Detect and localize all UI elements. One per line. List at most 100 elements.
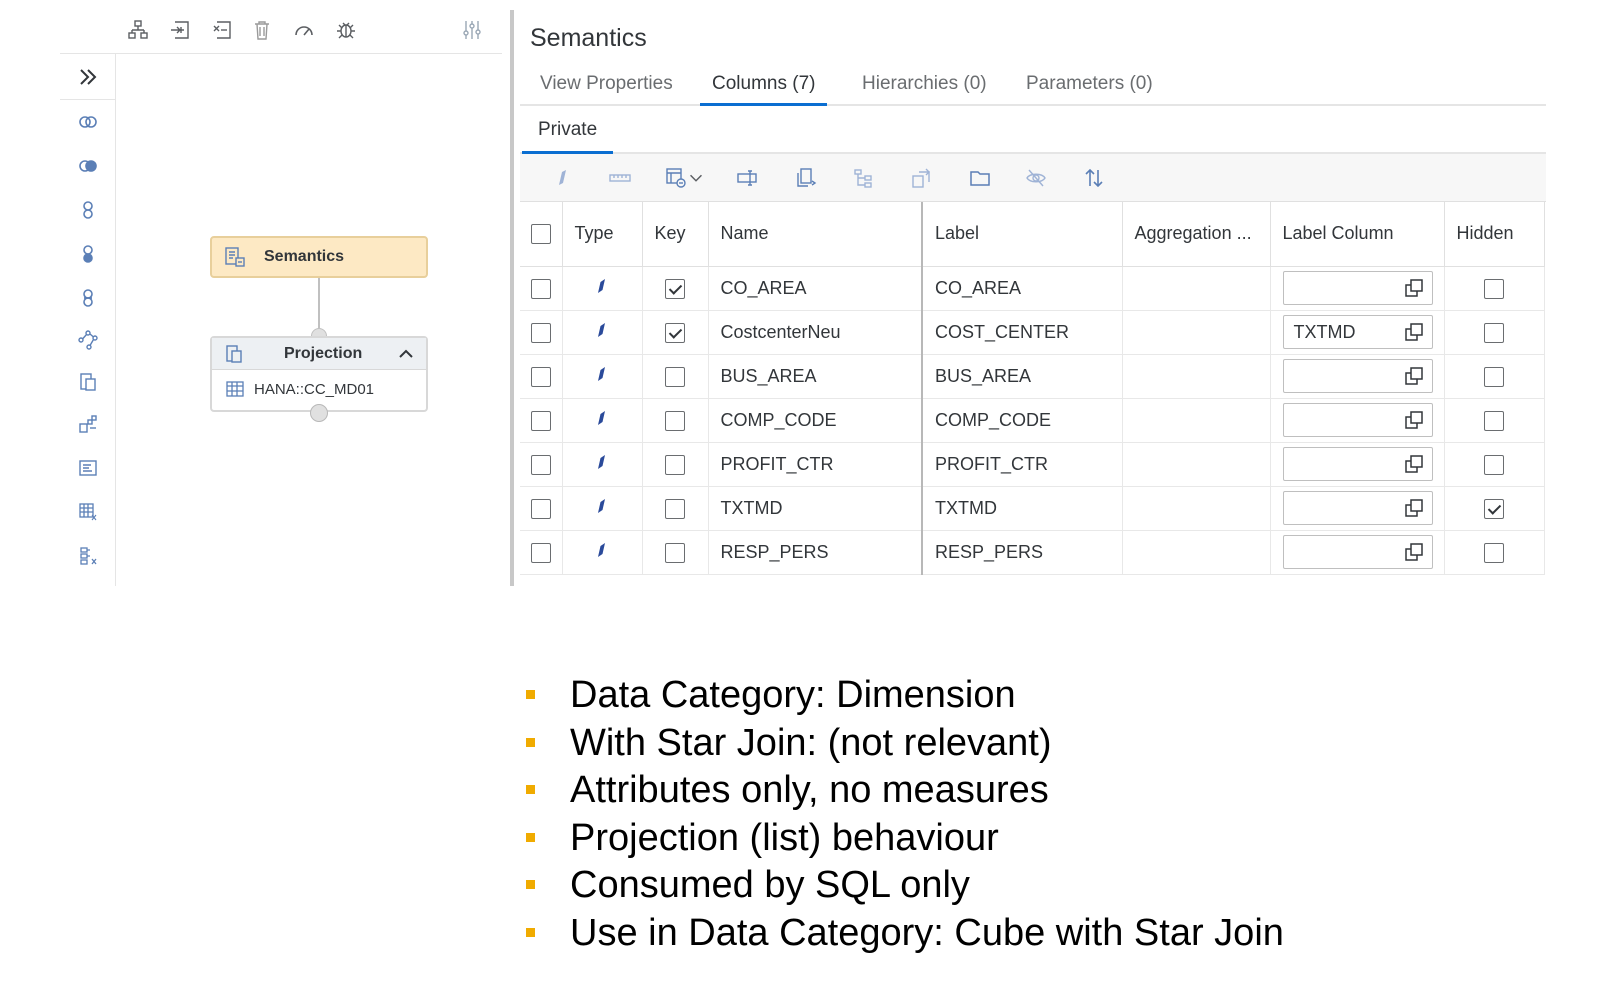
aggregation-node-icon[interactable] [74,410,102,438]
non-equi-join-icon[interactable] [74,284,102,312]
table-row[interactable]: CO_AREA CO_AREA [520,266,1545,311]
key-checkbox[interactable] [665,278,685,299]
table-row[interactable]: CostcenterNeu COST_CENTER TXTMD [520,310,1545,355]
label-cell[interactable]: BUS_AREA [922,354,1123,399]
name-cell[interactable]: CostcenterNeu [708,310,923,355]
table-row[interactable]: TXTMD TXTMD [520,486,1545,531]
hidden-checkbox[interactable] [1484,278,1504,299]
aggregation-cell[interactable] [1122,354,1271,399]
hierarchy-icon[interactable] [850,164,878,192]
value-help-icon[interactable] [1404,278,1424,298]
delete-icon[interactable] [248,16,276,44]
label-column-input[interactable] [1282,359,1433,393]
aggregation-cell[interactable] [1122,398,1271,443]
header-label-column[interactable]: Label Column [1270,202,1445,267]
row-select-checkbox[interactable] [530,498,551,519]
select-all-checkbox[interactable] [530,224,551,245]
aggregation-cell[interactable] [1122,530,1271,575]
value-help-icon[interactable] [1404,498,1424,518]
projection-node-header[interactable]: Projection [212,338,426,370]
projection-source-row[interactable]: HANA::CC_MD01 [212,370,426,408]
name-cell[interactable]: CO_AREA [708,266,923,311]
label-cell[interactable]: COST_CENTER [922,310,1123,355]
row-select-checkbox[interactable] [530,410,551,431]
palette-expand-button[interactable] [60,54,116,100]
header-name[interactable]: Name [708,202,923,267]
label-cell[interactable]: CO_AREA [922,266,1123,311]
label-column-input[interactable] [1282,491,1433,525]
name-cell[interactable]: TXTMD [708,486,923,531]
header-label[interactable]: Label [922,202,1123,267]
key-checkbox[interactable] [665,322,685,343]
sort-icon[interactable] [1080,164,1108,192]
chevron-down-icon[interactable] [686,164,706,192]
measure-icon[interactable] [606,164,634,192]
settings-sliders-icon[interactable] [458,16,486,44]
name-cell[interactable]: BUS_AREA [708,354,923,399]
tab-columns[interactable]: Columns (7) [700,68,828,106]
name-cell[interactable]: RESP_PERS [708,530,923,575]
row-select-checkbox[interactable] [530,278,551,299]
key-checkbox[interactable] [665,410,685,431]
value-help-icon[interactable] [1404,322,1424,342]
expand-all-icon[interactable] [166,16,194,44]
value-help-icon[interactable] [1404,542,1424,562]
header-key[interactable]: Key [642,202,709,267]
performance-icon[interactable] [290,16,318,44]
debug-icon[interactable] [332,16,360,44]
value-help-icon[interactable] [1404,410,1424,430]
attribute-icon[interactable] [548,164,576,192]
hidden-checkbox[interactable] [1484,366,1504,387]
table-function-icon[interactable] [74,498,102,526]
label-column-input[interactable] [1282,271,1433,305]
aggregation-cell[interactable] [1122,442,1271,487]
hide-icon[interactable] [1022,164,1050,192]
row-select-checkbox[interactable] [530,322,551,343]
row-select-checkbox[interactable] [530,366,551,387]
name-cell[interactable]: PROFIT_CTR [708,442,923,487]
tab-hierarchies[interactable]: Hierarchies (0) [850,68,999,106]
tab-parameters[interactable]: Parameters (0) [1014,68,1165,106]
label-cell[interactable]: PROFIT_CTR [922,442,1123,487]
hidden-checkbox[interactable] [1484,410,1504,431]
aggregation-cell[interactable] [1122,310,1271,355]
label-column-input[interactable] [1282,403,1433,437]
union-node-icon[interactable] [74,108,102,136]
projection-node[interactable]: Projection HANA::CC_MD01 [210,336,428,412]
label-column-input[interactable] [1282,535,1433,569]
rank-node-icon[interactable] [74,454,102,482]
chevron-up-icon[interactable] [396,344,416,364]
panel-splitter[interactable] [510,10,514,586]
rename-icon[interactable] [734,164,762,192]
key-checkbox[interactable] [665,498,685,519]
hidden-checkbox[interactable] [1484,542,1504,563]
key-checkbox[interactable] [665,454,685,475]
minus-node-icon[interactable] [74,240,102,268]
subtab-private[interactable]: Private [522,110,614,154]
intersect-node-icon[interactable] [74,196,102,224]
table-row[interactable]: PROFIT_CTR PROFIT_CTR [520,442,1545,487]
graph-node-icon[interactable] [74,326,102,354]
join-node-icon[interactable] [74,152,102,180]
label-column-input[interactable] [1282,447,1433,481]
propagate-icon[interactable] [908,164,936,192]
tab-view-properties[interactable]: View Properties [528,68,685,106]
header-aggregation[interactable]: Aggregation ... [1122,202,1271,267]
projection-node-icon[interactable] [74,368,102,396]
hidden-checkbox[interactable] [1484,498,1504,519]
table-row[interactable]: BUS_AREA BUS_AREA [520,354,1545,399]
label-cell[interactable]: RESP_PERS [922,530,1123,575]
name-cell[interactable]: COMP_CODE [708,398,923,443]
folder-icon[interactable] [966,164,994,192]
value-help-icon[interactable] [1404,366,1424,386]
key-checkbox[interactable] [665,366,685,387]
copy-columns-icon[interactable] [792,164,820,192]
hierarchy-function-icon[interactable] [74,542,102,570]
connector-port-bottom[interactable] [310,404,328,422]
row-select-checkbox[interactable] [530,454,551,475]
semantics-node[interactable]: Semantics [210,236,428,278]
key-checkbox[interactable] [665,542,685,563]
table-row[interactable]: COMP_CODE COMP_CODE [520,398,1545,443]
hidden-checkbox[interactable] [1484,454,1504,475]
table-row[interactable]: RESP_PERS RESP_PERS [520,530,1545,575]
